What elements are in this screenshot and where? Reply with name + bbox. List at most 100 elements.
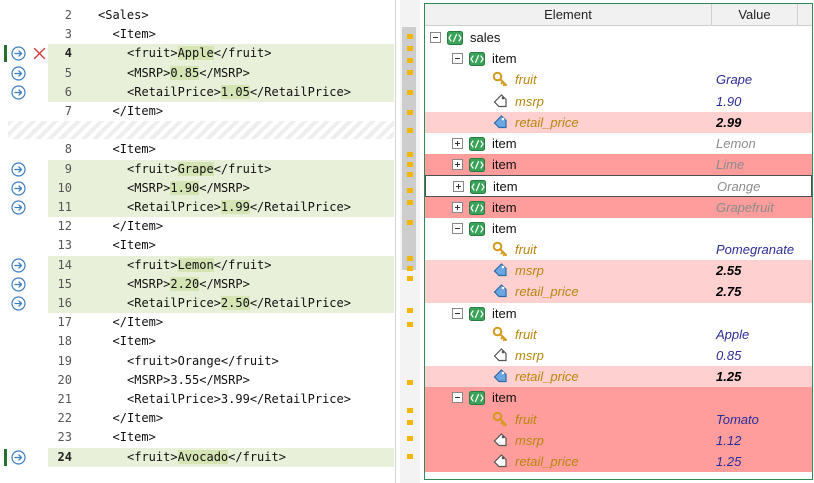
tree-node-element[interactable]: item Lemon: [425, 133, 812, 154]
code-line[interactable]: 17 </Item>: [0, 313, 394, 332]
tree-node-element[interactable]: item: [425, 303, 812, 324]
code-line[interactable]: 24 <fruit>Avocado</fruit>: [0, 447, 394, 467]
change-marker: [407, 34, 413, 39]
change-marker: [407, 128, 413, 133]
arrow-right-circle-icon[interactable]: [11, 85, 26, 100]
code-line[interactable]: 9 <fruit>Grape</fruit>: [0, 159, 394, 179]
expander-bar: [457, 141, 458, 146]
code-line[interactable]: 16 <RetailPrice>2.50</RetailPrice>: [0, 294, 394, 314]
line-background: [48, 313, 394, 332]
arrow-right-circle-icon[interactable]: [11, 296, 26, 311]
delete-icon[interactable]: [32, 46, 47, 61]
tree-node-attribute[interactable]: msrp 1.90: [425, 91, 812, 112]
tree-node-attribute[interactable]: fruit Tomato: [425, 408, 812, 430]
code-line[interactable]: 13 <Item>: [0, 236, 394, 255]
tag-icon: [492, 368, 508, 384]
expand-icon[interactable]: [452, 201, 463, 213]
copy-right-icon[interactable]: [11, 161, 26, 177]
code-suffix: </fruit>: [213, 257, 272, 272]
changed-value: 2.50: [220, 296, 250, 310]
arrow-right-circle-icon[interactable]: [11, 257, 26, 273]
code-line[interactable]: 2 <Sales>: [0, 6, 394, 25]
collapse-icon[interactable]: [452, 222, 463, 234]
node-value: Apple: [716, 326, 750, 342]
element-tree-grid[interactable]: Element Value sales item fruit Grape msrp 1.9…: [424, 3, 813, 480]
arrow-right-circle-icon[interactable]: [11, 200, 26, 215]
change-marker: [407, 322, 413, 327]
tag-icon: [492, 432, 508, 448]
expand-icon[interactable]: [452, 138, 463, 149]
line-background: [48, 25, 394, 44]
tree-node-attribute[interactable]: retail_price 1.25: [425, 366, 812, 388]
code-line[interactable]: 15 <MSRP>2.20</MSRP>: [0, 274, 394, 294]
copy-right-icon[interactable]: [11, 277, 26, 292]
code-line[interactable]: 7 </Item>: [0, 102, 394, 121]
code-prefix: <MSRP>: [127, 65, 171, 80]
arrow-right-circle-icon[interactable]: [11, 46, 26, 61]
code-line[interactable]: 14 <fruit>Lemon</fruit>: [0, 255, 394, 275]
code-line[interactable]: 22 </Item>: [0, 409, 394, 428]
code-line[interactable]: 4 <fruit>Apple</fruit>: [0, 44, 394, 64]
copy-right-icon[interactable]: [11, 449, 26, 465]
arrow-right-circle-icon[interactable]: [11, 65, 26, 81]
copy-right-icon[interactable]: [11, 257, 26, 273]
copy-right-icon[interactable]: [11, 65, 26, 81]
element-name: item: [492, 136, 517, 151]
collapse-icon[interactable]: [452, 53, 463, 65]
tree-node-element[interactable]: item: [425, 218, 812, 239]
tree-node-element[interactable]: item Grapefruit: [425, 196, 812, 218]
tree-node-element[interactable]: item: [425, 387, 812, 409]
code-line[interactable]: 18 <Item>: [0, 332, 394, 351]
tree-node-attribute[interactable]: msrp 0.85: [425, 345, 812, 366]
scrollbar-thumb[interactable]: [402, 27, 416, 270]
column-header-value[interactable]: Value: [712, 4, 798, 26]
expander-dash: [455, 312, 460, 314]
tree-node-attribute[interactable]: retail_price 2.75: [425, 281, 812, 303]
tree-node-attribute[interactable]: msrp 2.55: [425, 260, 812, 282]
copy-right-icon[interactable]: [11, 85, 26, 100]
tree-node-attribute[interactable]: fruit Grape: [425, 69, 812, 90]
code-line[interactable]: 10 <MSRP>1.90</MSRP>: [0, 178, 394, 198]
copy-right-icon[interactable]: [11, 46, 26, 61]
line-background: [48, 409, 394, 428]
collapse-icon[interactable]: [452, 307, 463, 319]
collapse-icon[interactable]: [430, 32, 441, 43]
expand-icon[interactable]: [453, 181, 464, 193]
arrow-right-circle-icon[interactable]: [11, 277, 26, 292]
column-header-element[interactable]: Element: [425, 4, 712, 26]
code-line[interactable]: 20 <MSRP>3.55</MSRP>: [0, 371, 394, 390]
arrow-right-circle-icon[interactable]: [11, 181, 26, 196]
tree-node-attribute[interactable]: fruit Pomegranate: [425, 239, 812, 260]
arrow-right-circle-icon[interactable]: [11, 449, 26, 465]
code-line[interactable]: 8 <Item>: [0, 140, 394, 159]
code-line[interactable]: 12 </Item>: [0, 217, 394, 236]
tree-node-element[interactable]: item Orange: [425, 175, 812, 197]
x-cross-icon[interactable]: [32, 46, 47, 61]
expand-icon[interactable]: [452, 159, 463, 171]
tree-node-element[interactable]: item Lime: [425, 154, 812, 176]
code-text: <fruit>Apple</fruit>: [127, 44, 272, 63]
code-line[interactable]: 6 <RetailPrice>1.05</RetailPrice>: [0, 82, 394, 102]
tree-node-element[interactable]: item: [425, 48, 812, 69]
tree-node-attribute[interactable]: msrp 1.12: [425, 429, 812, 451]
code-line[interactable]: 3 <Item>: [0, 25, 394, 44]
code-line[interactable]: 19 <fruit>Orange</fruit>: [0, 352, 394, 371]
tree-node-attribute[interactable]: fruit Apple: [425, 324, 812, 345]
collapse-icon[interactable]: [452, 392, 463, 404]
code-line[interactable]: 11 <RetailPrice>1.99</RetailPrice>: [0, 198, 394, 218]
code-line[interactable]: 5 <MSRP>0.85</MSRP>: [0, 63, 394, 83]
copy-right-icon[interactable]: [11, 200, 26, 215]
tree-node-attribute[interactable]: retail_price 2.99: [425, 111, 812, 133]
code-suffix: </fruit>: [213, 46, 272, 61]
copy-right-icon[interactable]: [11, 296, 26, 311]
left-xml-editor[interactable]: 2 <Sales> 3 <Item> 4 <fruit>Apple</fruit> 5 <MS…: [0, 0, 396, 483]
arrow-right-circle-icon[interactable]: [11, 161, 26, 177]
node-value: 2.55: [716, 263, 742, 279]
code-line[interactable]: 21 <RetailPrice>3.99</RetailPrice>: [0, 390, 394, 409]
code-line[interactable]: 23 <Item>: [0, 428, 394, 447]
copy-right-icon[interactable]: [11, 181, 26, 196]
tree-node-element[interactable]: sales: [425, 27, 812, 48]
change-marker: [407, 266, 413, 271]
tag-icon: [493, 454, 507, 468]
tree-node-attribute[interactable]: retail_price 1.25: [425, 451, 812, 473]
